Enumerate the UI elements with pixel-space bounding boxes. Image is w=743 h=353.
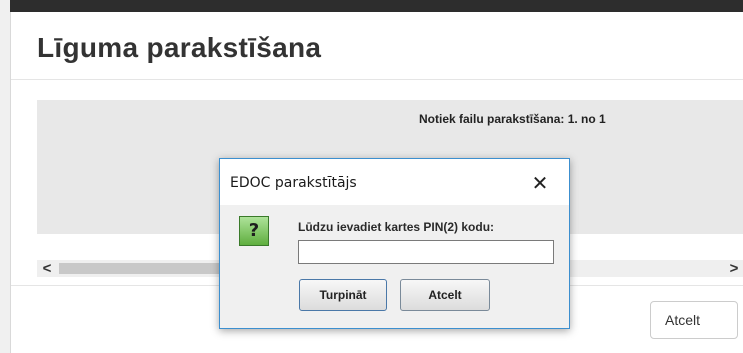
pin-prompt-label: Lūdzu ievadiet kartes PIN(2) kodu: [298, 220, 495, 234]
scroll-left-arrow-icon[interactable]: < [37, 260, 57, 277]
question-icon: ? [239, 216, 269, 246]
scrollbar-thumb[interactable] [59, 263, 239, 274]
browser-top-edge [0, 0, 743, 12]
signing-progress-text: Notiek failu parakstīšana: 1. no 1 [419, 112, 606, 126]
modal-cancel-button[interactable]: Atcelt [650, 301, 738, 339]
close-icon[interactable]: ✕ [520, 169, 560, 197]
continue-button[interactable]: Turpināt [299, 279, 387, 311]
pin-input[interactable] [298, 240, 554, 264]
pin-dialog: EDOC parakstītājs ✕ ? Lūdzu ievadiet kar… [219, 158, 570, 329]
scroll-right-arrow-icon[interactable]: > [724, 260, 743, 277]
dialog-cancel-button[interactable]: Atcelt [400, 279, 490, 311]
dialog-titlebar[interactable]: EDOC parakstītājs ✕ [220, 159, 569, 205]
background-left-strip [0, 0, 10, 353]
title-divider [11, 79, 743, 80]
modal-title: Līguma parakstīšana [37, 32, 322, 63]
dialog-title: EDOC parakstītājs [230, 175, 357, 191]
